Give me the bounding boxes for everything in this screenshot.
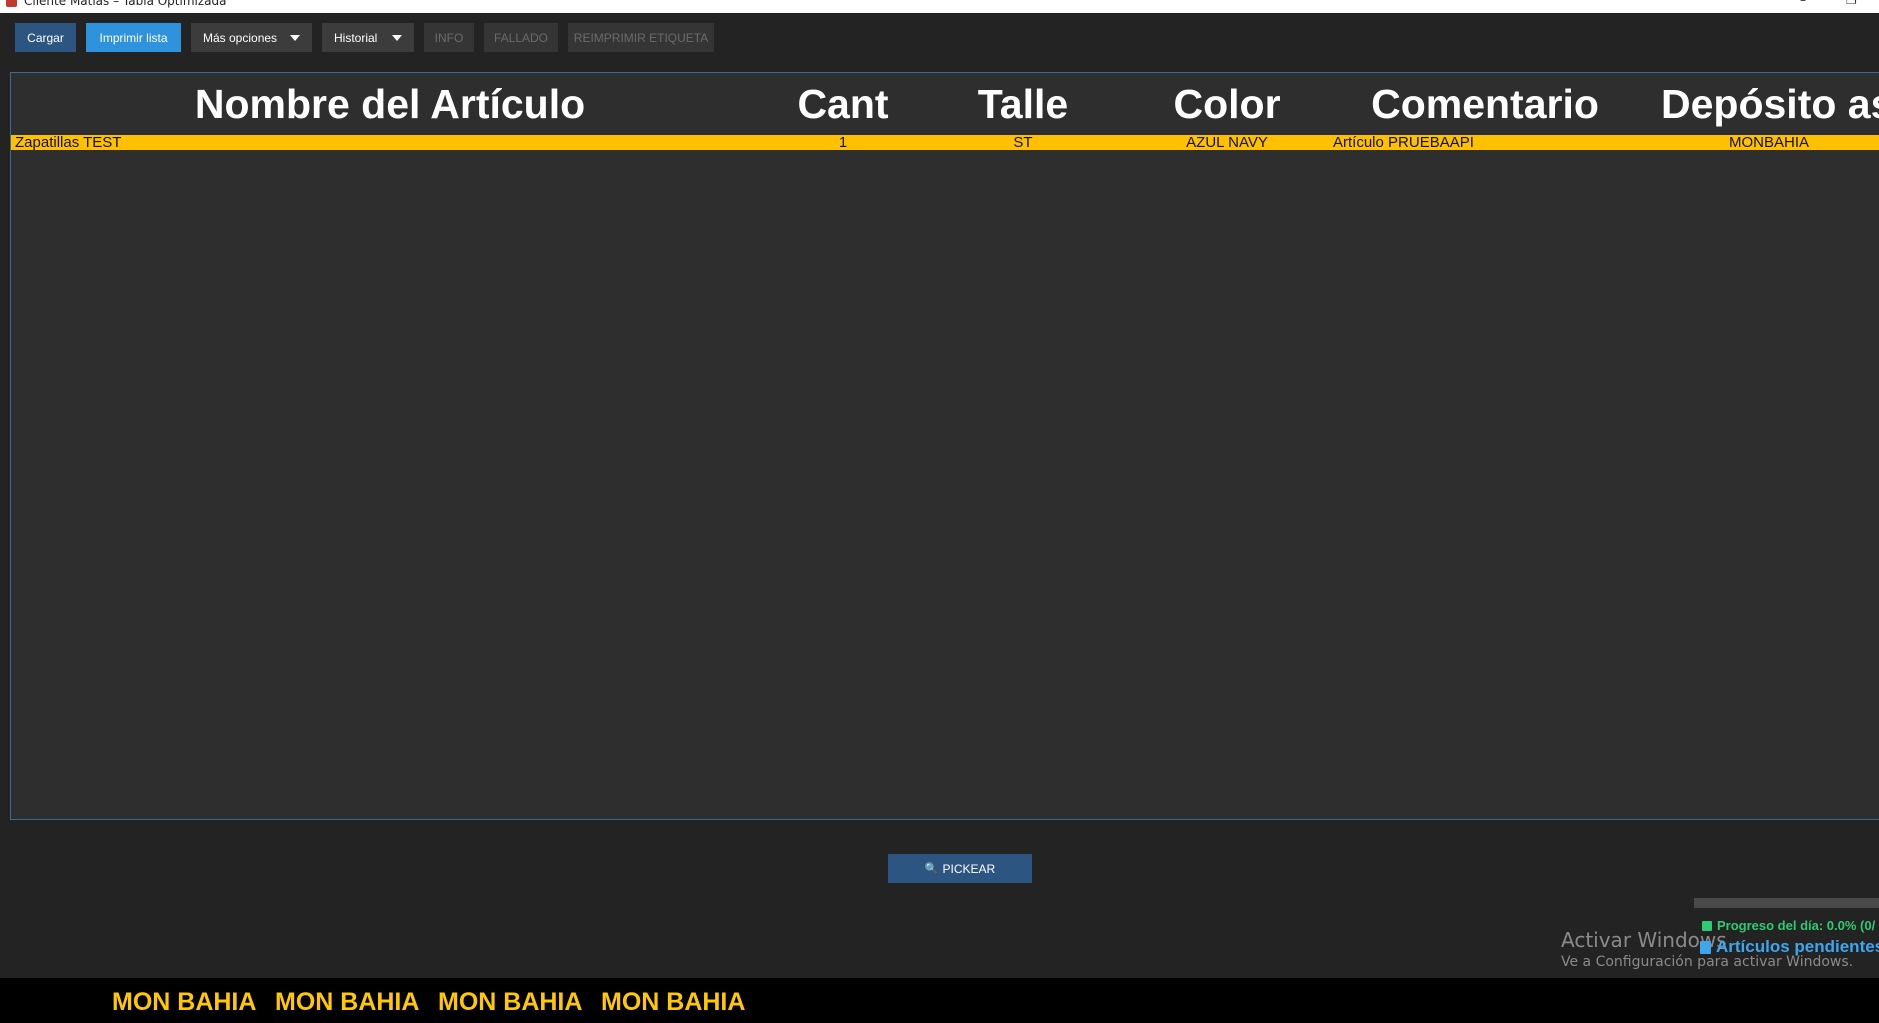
cell-nombre: Zapatillas TEST [15,134,122,151]
historial-dropdown[interactable]: Historial [322,23,414,52]
table-row[interactable]: Zapatillas TEST 1 ST AZUL NAVY Artículo … [11,134,1879,151]
restore-button[interactable]: ❐ [1846,0,1857,7]
chevron-down-icon [290,34,300,41]
cargar-button[interactable]: Cargar [15,23,76,52]
pickear-button[interactable]: 🔍 PICKEAR [888,854,1032,883]
info-button[interactable]: INFO [424,23,474,52]
title-bar: Cliente Matías – Tabla Optimizada – ❐ [0,0,1879,13]
header-nombre: Nombre del Artículo [194,81,586,127]
cell-cant: 1 [838,134,848,151]
window-title: Cliente Matías – Tabla Optimizada [24,0,227,8]
app-icon [6,0,17,7]
reimprimir-etiqueta-button[interactable]: REIMPRIMIR ETIQUETA [568,23,714,52]
save-icon [1700,940,1711,954]
historial-label: Historial [334,30,378,45]
pending-label: Artículos pendientes: [1716,937,1879,956]
header-color: Color [1173,81,1281,127]
mas-opciones-label: Más opciones [203,30,278,45]
search-icon: 🔍 [924,863,939,875]
daily-progress: Progreso del día: 0.0% (0/ [1702,918,1875,933]
header-deposito: Depósito asi [1661,81,1879,127]
header-talle: Talle [977,81,1069,127]
header-comentario: Comentario [1371,81,1599,127]
cell-deposito: MONBAHIA [1728,134,1810,151]
chevron-down-icon [392,34,402,41]
marquee-item: MON BAHIA [438,988,583,1016]
imprimir-lista-button[interactable]: Imprimir lista [86,23,181,52]
marquee-item: MON BAHIA [601,988,746,1016]
cell-color: AZUL NAVY [1186,134,1268,151]
minimize-button[interactable]: – [1800,0,1806,7]
cell-comentario: Artículo PRUEBAAPI [1333,134,1474,151]
progress-icon [1702,920,1712,931]
mas-opciones-dropdown[interactable]: Más opciones [191,23,312,52]
cell-talle: ST [1013,134,1033,151]
pickear-label: PICKEAR [942,861,996,876]
table-header: Nombre del Artículo Cant Talle Color Com… [11,73,1879,135]
marquee-item: MON BAHIA [275,988,420,1016]
marquee-item: MON BAHIA [112,988,257,1016]
pending-articles: Artículos pendientes: [1700,937,1879,957]
fallado-button[interactable]: FALLADO [484,23,558,52]
progress-label: Progreso del día: 0.0% (0/ [1717,918,1876,933]
progress-bar [1694,898,1879,908]
articles-table: Nombre del Artículo Cant Talle Color Com… [10,72,1879,820]
toolbar: Cargar Imprimir lista Más opciones Histo… [15,23,714,52]
header-cant: Cant [797,81,889,127]
deposit-marquee: MON BAHIA MON BAHIA MON BAHIA MON BAHIA [0,978,1879,1023]
